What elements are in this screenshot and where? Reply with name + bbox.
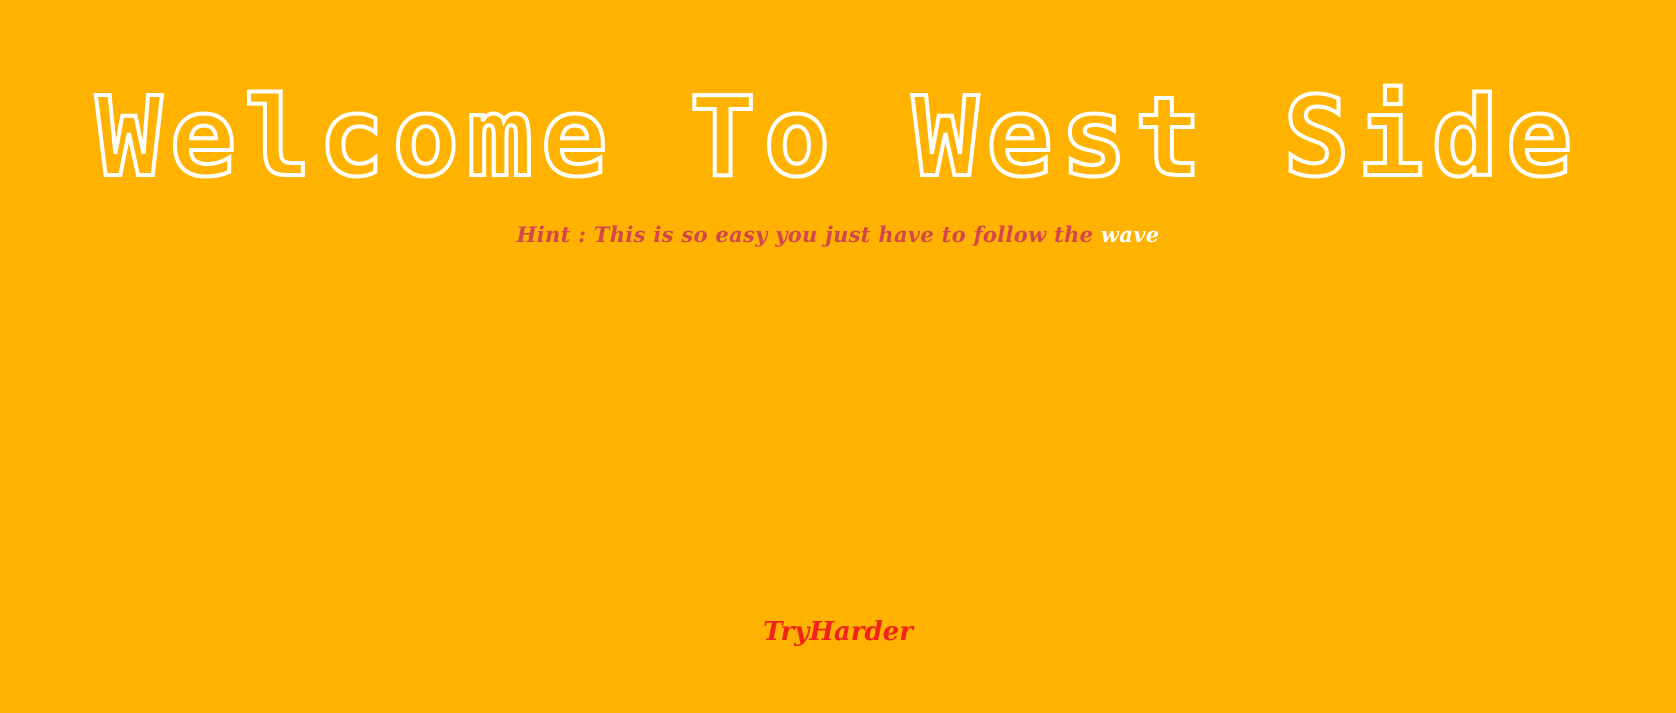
footer: TryHarder xyxy=(0,617,1676,647)
page: Welcome To West Side Welcome To West Sid… xyxy=(0,0,1676,713)
try-harder-link[interactable]: TryHarder xyxy=(763,617,913,647)
hint-prefix: Hint : This is so easy you just have to … xyxy=(516,222,1101,247)
title-graphic: Welcome To West Side Welcome To West Sid… xyxy=(94,80,1581,200)
page-title: Welcome To West Side Welcome To West Sid… xyxy=(0,80,1676,200)
wave-link[interactable]: wave xyxy=(1101,222,1159,247)
title-text-inner: Welcome To West Side xyxy=(96,80,1581,200)
hint-text: Hint : This is so easy you just have to … xyxy=(0,222,1676,247)
